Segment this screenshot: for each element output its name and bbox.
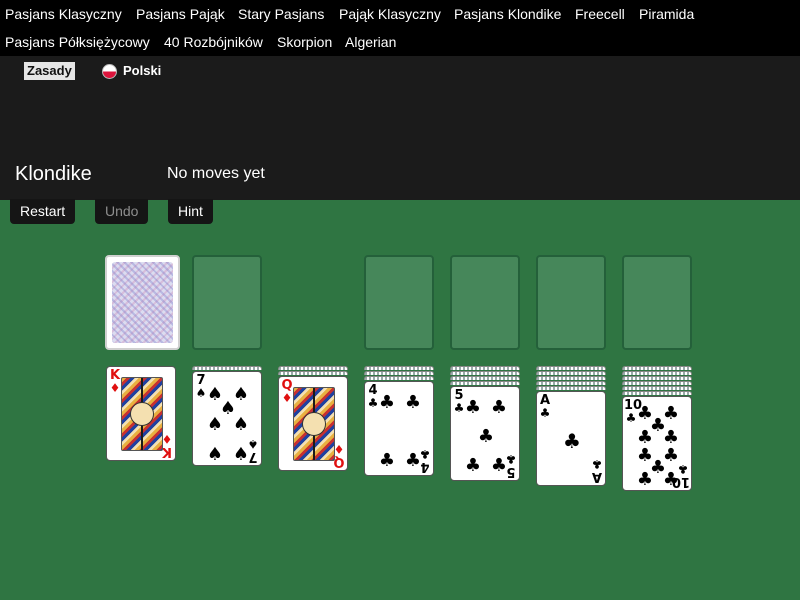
restart-button[interactable]: Restart <box>10 199 76 224</box>
nav-link-stary-pasjans[interactable]: Stary Pasjans <box>238 6 324 22</box>
rules-button[interactable]: Zasady <box>24 62 75 80</box>
card-corner: K ♦ <box>108 369 122 395</box>
game-nav-row-1: Pasjans Klasyczny Pasjans Pająk Stary Pa… <box>0 0 800 28</box>
hidden-card <box>278 371 348 375</box>
card-corner: A ♣ <box>538 394 552 420</box>
language-label: Polski <box>123 63 162 78</box>
card-suit-icon: ♣ <box>539 406 551 420</box>
tableau-card[interactable]: K ♦ K ♦ <box>106 366 176 461</box>
card-rank: A <box>591 469 603 484</box>
waste-pile[interactable] <box>192 255 262 350</box>
suit-pip-icon: ♠ <box>206 414 224 435</box>
game-nav-row-2: Pasjans Półksiężycowy 40 Rozbójników Sko… <box>0 28 800 56</box>
suit-pip-icon: ♣ <box>490 455 508 476</box>
suit-pip-icon: ♣ <box>636 469 654 490</box>
hidden-card <box>364 376 434 380</box>
suit-pip-icon: ♠ <box>232 444 250 465</box>
hidden-card <box>278 366 348 370</box>
header: Pasjans Klasyczny Pasjans Pająk Stary Pa… <box>0 0 800 200</box>
nav-link-pasjans-klondike[interactable]: Pasjans Klondike <box>454 6 561 22</box>
undo-button[interactable]: Undo <box>95 199 149 224</box>
hidden-card <box>536 371 606 375</box>
card-rank: K <box>161 444 173 459</box>
suit-pip-icon: ♣ <box>404 450 422 471</box>
subnav: Zasady Polski <box>0 60 800 84</box>
card-suit-icon: ♦ <box>109 381 121 395</box>
suit-pip-icon: ♣ <box>477 426 495 447</box>
card-rank: Q <box>333 454 345 469</box>
foundation-1[interactable] <box>364 255 434 350</box>
hidden-card <box>536 376 606 380</box>
hidden-card <box>450 371 520 375</box>
suit-pip-icon: ♣ <box>464 397 482 418</box>
card-suit-icon: ♦ <box>281 391 293 405</box>
hidden-card <box>450 366 520 370</box>
tableau-card[interactable]: Q ♦ Q ♦ <box>278 376 348 471</box>
foundation-4[interactable] <box>622 255 692 350</box>
hint-button[interactable]: Hint <box>168 199 213 224</box>
suit-pip-icon: ♣ <box>404 392 422 413</box>
card-back <box>112 262 173 343</box>
hidden-card <box>536 386 606 390</box>
language-selector[interactable]: Polski <box>102 62 161 80</box>
hidden-card <box>622 391 692 395</box>
card-corner: A ♣ <box>590 457 604 484</box>
hidden-card <box>622 381 692 385</box>
hidden-card <box>622 376 692 380</box>
hidden-card <box>536 366 606 370</box>
tableau-card[interactable]: A ♣ A ♣ ♣ <box>536 391 606 486</box>
hidden-card <box>364 371 434 375</box>
hidden-card <box>536 381 606 385</box>
court-card-art <box>293 387 335 461</box>
stock-pile[interactable] <box>105 255 180 350</box>
move-status: No moves yet <box>167 165 265 182</box>
nav-link-freecell[interactable]: Freecell <box>575 6 625 22</box>
suit-pip-icon: ♣ <box>563 429 581 453</box>
court-crest-icon <box>130 402 154 426</box>
nav-link-40-rozbojnikow[interactable]: 40 Rozbójników <box>164 34 263 50</box>
suit-pip-icon: ♣ <box>662 469 680 490</box>
suit-pip-icon: ♣ <box>378 392 396 413</box>
nav-link-piramida[interactable]: Piramida <box>639 6 694 22</box>
hidden-card <box>622 371 692 375</box>
poland-flag-icon <box>102 63 117 79</box>
nav-link-pasjans-klasyczny[interactable]: Pasjans Klasyczny <box>5 6 122 22</box>
hidden-card <box>364 366 434 370</box>
foundation-3[interactable] <box>536 255 606 350</box>
court-card-art <box>121 377 163 451</box>
hidden-card <box>450 376 520 380</box>
tableau-card[interactable]: 5 ♣ 5 ♣ ♣ ♣ ♣ ♣ ♣ <box>450 386 520 481</box>
hidden-card <box>450 381 520 385</box>
suit-pip-icon: ♣ <box>378 450 396 471</box>
hidden-card <box>192 366 262 370</box>
tableau-card[interactable]: 4 ♣ 4 ♣ ♣ ♣ ♣ ♣ <box>364 381 434 476</box>
nav-link-pasjans-pajak[interactable]: Pasjans Pająk <box>136 6 225 22</box>
card-corner: Q ♦ <box>280 379 294 405</box>
hidden-card <box>622 386 692 390</box>
suit-pip-icon: ♣ <box>490 397 508 418</box>
nav-link-pajak-klasyczny[interactable]: Pająk Klasyczny <box>339 6 441 22</box>
tableau-card[interactable]: 10 ♣ 10 ♣ ♣ ♣ ♣ ♣ ♣ ♣ ♣ ♣ ♣ ♣ <box>622 396 692 491</box>
game-title: Klondike <box>15 163 92 185</box>
suit-pip-icon: ♠ <box>206 444 224 465</box>
nav-link-skorpion[interactable]: Skorpion <box>277 34 332 50</box>
nav-link-algerian[interactable]: Algerian <box>345 34 396 50</box>
hidden-card <box>622 366 692 370</box>
suit-pip-icon: ♣ <box>464 455 482 476</box>
tableau-card[interactable]: 7 ♠ 7 ♠ ♠ ♠ ♠ ♠ ♠ ♠ ♠ <box>192 371 262 466</box>
court-crest-icon <box>302 412 326 436</box>
suit-pip-icon: ♠ <box>232 414 250 435</box>
card-suit-icon: ♣ <box>591 457 603 471</box>
nav-link-pasjans-polksiezycowy[interactable]: Pasjans Półksiężycowy <box>5 34 150 50</box>
foundation-2[interactable] <box>450 255 520 350</box>
